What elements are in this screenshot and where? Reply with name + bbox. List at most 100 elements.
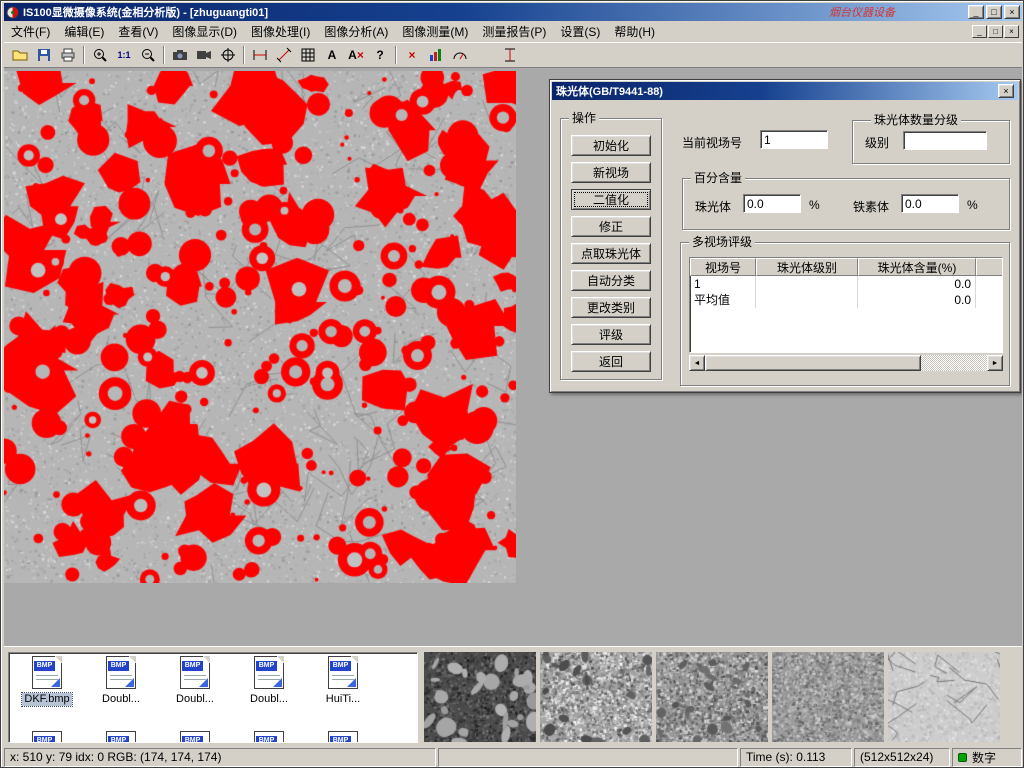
auto-classify-button[interactable]: 自动分类 xyxy=(571,270,651,291)
binarize-button[interactable]: 二值化 xyxy=(571,189,651,210)
menu-settings[interactable]: 设置(S) xyxy=(553,21,607,42)
mode-label: 数字 xyxy=(972,749,996,766)
col-pearlite-grade: 珠光体级别 xyxy=(756,258,858,276)
capture-target-icon[interactable] xyxy=(216,44,240,66)
table-row[interactable]: 平均值 0.0 xyxy=(690,292,1003,308)
cell-content: 0.0 xyxy=(858,276,976,292)
font-icon[interactable]: A xyxy=(320,44,344,66)
mdi-minimize-button[interactable]: _ xyxy=(972,25,987,38)
caliper-horizontal-icon[interactable] xyxy=(248,44,272,66)
cursor-position-status: x: 510 y: 79 idx: 0 RGB: (174, 174, 174) xyxy=(4,748,436,767)
open-icon[interactable] xyxy=(8,44,32,66)
menu-image-measure[interactable]: 图像测量(M) xyxy=(395,21,475,42)
col-pearlite-content: 珠光体含量(%) xyxy=(858,258,976,276)
menu-view[interactable]: 查看(V) xyxy=(111,21,165,42)
scroll-right-icon[interactable]: ► xyxy=(987,355,1003,371)
cell-field: 1 xyxy=(690,276,756,292)
new-field-button[interactable]: 新视场 xyxy=(571,162,651,183)
grid-measure-icon[interactable] xyxy=(296,44,320,66)
file-item[interactable]: BMP Doubl... xyxy=(233,656,305,707)
save-icon[interactable] xyxy=(32,44,56,66)
file-item[interactable]: BMP HuiTi... xyxy=(307,656,379,707)
bottom-panel: BMP DKF.bmp BMP Doubl... BMP Doubl... BM… xyxy=(4,646,1022,746)
video-camera-icon[interactable] xyxy=(192,44,216,66)
menu-report[interactable]: 测量报告(P) xyxy=(475,21,553,42)
thumbnail-image[interactable] xyxy=(772,652,884,742)
actual-size-icon[interactable]: 1:1 xyxy=(112,44,136,66)
menu-image-analysis[interactable]: 图像分析(A) xyxy=(317,21,395,42)
pearlite-percent-input[interactable] xyxy=(743,194,801,213)
thumbnail-image[interactable] xyxy=(656,652,768,742)
bmp-file-icon: BMP xyxy=(180,731,210,743)
file-item[interactable]: BMP xyxy=(85,731,157,743)
menu-image-process[interactable]: 图像处理(I) xyxy=(244,21,317,42)
ferrite-percent-input[interactable] xyxy=(901,194,959,213)
minimize-button[interactable]: _ xyxy=(968,5,984,19)
init-button[interactable]: 初始化 xyxy=(571,135,651,156)
camera-icon[interactable] xyxy=(168,44,192,66)
cell-field: 平均值 xyxy=(690,292,756,308)
toolbar-separator xyxy=(83,46,85,64)
bmp-file-icon: BMP xyxy=(328,656,358,689)
dialog-close-icon[interactable]: × xyxy=(998,84,1014,98)
scroll-left-icon[interactable]: ◄ xyxy=(689,355,705,371)
file-name[interactable]: HuiTi... xyxy=(324,693,362,706)
file-name[interactable]: Doubl... xyxy=(100,693,142,706)
cell-ferrite xyxy=(976,276,1003,292)
level-input[interactable] xyxy=(903,131,987,150)
class-analysis-icon[interactable] xyxy=(424,44,448,66)
close-button[interactable]: × xyxy=(1004,5,1020,19)
file-item[interactable]: BMP xyxy=(159,731,231,743)
operation-group-caption: 操作 xyxy=(569,111,599,125)
file-item[interactable]: BMP xyxy=(307,731,379,743)
thumbnail-image[interactable] xyxy=(888,652,1000,742)
menu-image-display[interactable]: 图像显示(D) xyxy=(165,21,244,42)
menu-file[interactable]: 文件(F) xyxy=(4,21,57,42)
change-class-button[interactable]: 更改类别 xyxy=(571,297,651,318)
col-ferrite: 铁素 xyxy=(976,258,1003,276)
mdi-close-button[interactable]: × xyxy=(1004,25,1019,38)
bmp-file-icon: BMP xyxy=(106,731,136,743)
pick-pearlite-button[interactable]: 点取珠光体 xyxy=(571,243,651,264)
table-row[interactable]: 1 0.0 xyxy=(690,276,1003,292)
pearlite-dialog: 珠光体(GB/T9441-88) × 操作 初始化 新视场 二值化 修正 点取珠… xyxy=(549,79,1021,393)
dialog-title-bar[interactable]: 珠光体(GB/T9441-88) × xyxy=(552,82,1018,100)
table-hscrollbar[interactable]: ◄ ► xyxy=(689,355,1003,371)
file-name[interactable]: DKF.bmp xyxy=(22,693,71,706)
mdi-restore-button[interactable]: □ xyxy=(988,25,1003,38)
caliper-diagonal-icon[interactable] xyxy=(272,44,296,66)
help-icon[interactable]: ? xyxy=(368,44,392,66)
file-name[interactable]: Doubl... xyxy=(174,693,216,706)
font-remove-icon[interactable]: A× xyxy=(344,44,368,66)
current-field-input[interactable] xyxy=(760,130,828,149)
file-item[interactable]: BMP xyxy=(11,731,83,743)
maximize-button[interactable]: □ xyxy=(986,5,1002,19)
table-header: 视场号 珠光体级别 珠光体含量(%) 铁素 xyxy=(690,258,1003,276)
cell-grade xyxy=(756,276,858,292)
scrollbar-thumb[interactable] xyxy=(705,355,921,371)
thumbnail-image[interactable] xyxy=(540,652,652,742)
multiview-group: 多视场评级 视场号 珠光体级别 珠光体含量(%) 铁素 1 0.0 xyxy=(680,242,1010,386)
file-browser[interactable]: BMP DKF.bmp BMP Doubl... BMP Doubl... BM… xyxy=(8,652,418,743)
grade-button[interactable]: 评级 xyxy=(571,324,651,345)
metallograph-image[interactable] xyxy=(4,71,516,583)
cut-icon[interactable]: × xyxy=(400,44,424,66)
status-filler xyxy=(438,748,738,767)
caliper-vertical-icon[interactable] xyxy=(498,44,522,66)
dialog-title: 珠光体(GB/T9441-88) xyxy=(556,83,663,99)
file-name[interactable]: Doubl... xyxy=(248,693,290,706)
gauge-icon[interactable] xyxy=(448,44,472,66)
menu-edit[interactable]: 编辑(E) xyxy=(57,21,111,42)
zoom-in-icon[interactable] xyxy=(88,44,112,66)
file-item[interactable]: BMP Doubl... xyxy=(159,656,231,707)
multiview-table[interactable]: 视场号 珠光体级别 珠光体含量(%) 铁素 1 0.0 平均值 xyxy=(689,257,1003,353)
file-item[interactable]: BMP Doubl... xyxy=(85,656,157,707)
print-icon[interactable] xyxy=(56,44,80,66)
file-item[interactable]: BMP xyxy=(233,731,305,743)
file-item[interactable]: BMP DKF.bmp xyxy=(11,656,83,707)
return-button[interactable]: 返回 xyxy=(571,351,651,372)
correct-button[interactable]: 修正 xyxy=(571,216,651,237)
menu-help[interactable]: 帮助(H) xyxy=(607,21,662,42)
zoom-out-icon[interactable] xyxy=(136,44,160,66)
thumbnail-image[interactable] xyxy=(424,652,536,742)
